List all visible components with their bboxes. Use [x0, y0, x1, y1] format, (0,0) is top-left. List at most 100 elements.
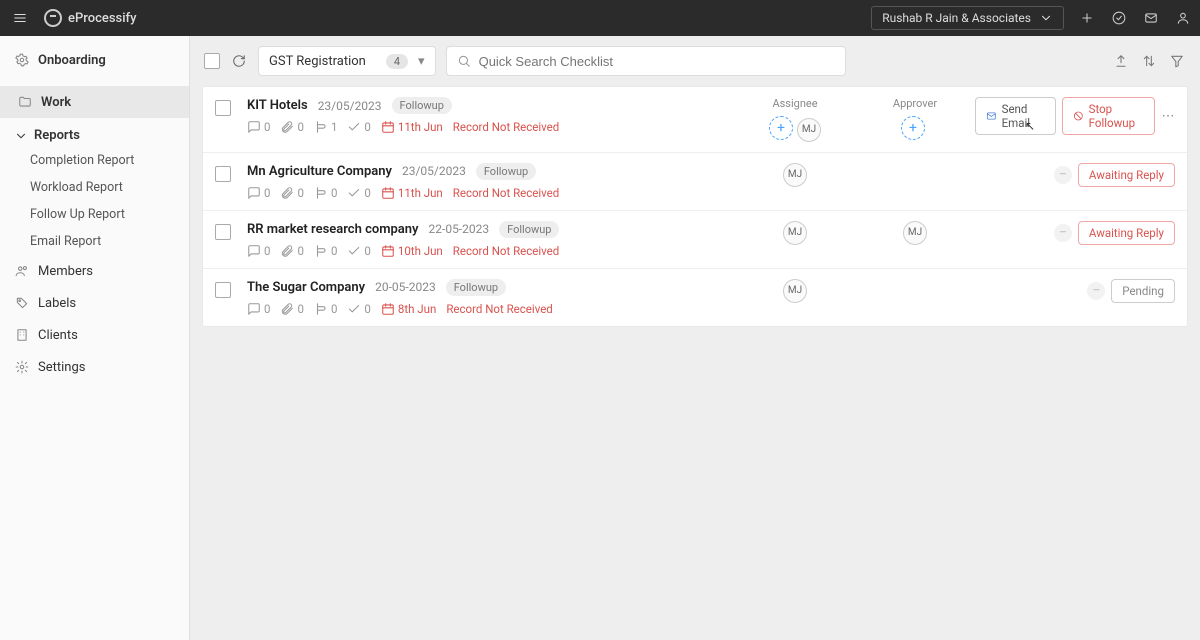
- assignee-avatar[interactable]: MJ: [783, 279, 807, 303]
- sidebar-item-members[interactable]: Members: [0, 255, 189, 287]
- org-selector[interactable]: Rushab R Jain & Associates: [871, 6, 1064, 30]
- select-all-checkbox[interactable]: [204, 53, 220, 69]
- work-row[interactable]: KIT Hotels23/05/2023Followup001011th Jun…: [203, 87, 1187, 153]
- approver-header: Approver: [855, 97, 975, 110]
- row-title: RR market research company: [247, 222, 419, 237]
- add-assignee-button[interactable]: +: [769, 116, 793, 140]
- awaiting-reply-badge[interactable]: Awaiting Reply: [1078, 163, 1175, 187]
- search-input[interactable]: [479, 54, 835, 69]
- sidebar-sub-completion[interactable]: Completion Report: [0, 147, 189, 174]
- stop-followup-button[interactable]: Stop Followup: [1062, 97, 1155, 135]
- row-body: RR market research company22-05-2023Foll…: [247, 221, 735, 258]
- sidebar-sub-workload[interactable]: Workload Report: [0, 174, 189, 201]
- work-row[interactable]: Mn Agriculture Company 23/05/2023 Followup…: [203, 153, 1187, 211]
- approver-avatar[interactable]: MJ: [903, 221, 927, 245]
- main-area: GST Registration 4 ▾ KIT Hotels 23/05/202…: [190, 36, 1200, 640]
- actions-column: Send EmailStop Followup ⋯: [975, 97, 1175, 135]
- sidebar-label: Work: [41, 95, 71, 110]
- export-icon[interactable]: [1112, 52, 1130, 70]
- status-indicator: —: [1054, 224, 1072, 242]
- org-name: Rushab R Jain & Associates: [882, 11, 1031, 25]
- brand-icon: [44, 9, 62, 27]
- sidebar-item-settings[interactable]: Settings: [0, 351, 189, 383]
- row-checkbox[interactable]: [215, 282, 231, 298]
- assignee-avatar[interactable]: MJ: [797, 118, 821, 142]
- filter-icon[interactable]: [1168, 52, 1186, 70]
- subtask2-count: 0: [347, 120, 370, 134]
- sidebar-item-work[interactable]: Work: [0, 86, 189, 118]
- row-checkbox[interactable]: [215, 224, 231, 240]
- brand-text: eProcessify: [68, 11, 136, 26]
- check-circle-icon[interactable]: [1110, 9, 1128, 27]
- comment-count: 0: [247, 186, 270, 200]
- status-indicator: —: [1054, 166, 1072, 184]
- sidebar-label: Members: [38, 264, 93, 279]
- attachment-count: 0: [280, 120, 303, 134]
- topbar: eProcessify Rushab R Jain & Associates: [0, 0, 1200, 36]
- add-icon[interactable]: [1078, 9, 1096, 27]
- assignee-column: MJ: [735, 163, 855, 187]
- checklist-count: 4: [386, 54, 408, 69]
- sidebar-section-reports[interactable]: Reports: [0, 118, 189, 147]
- gear-icon: [14, 359, 30, 375]
- sidebar-label: Clients: [38, 328, 78, 343]
- sidebar-sub-email[interactable]: Email Report: [0, 228, 189, 255]
- work-row[interactable]: The Sugar Company20-05-2023Followup00008…: [203, 269, 1187, 326]
- subtask1-count: 1: [314, 120, 337, 134]
- assignee-avatar[interactable]: MJ: [783, 163, 807, 187]
- awaiting-reply-badge[interactable]: Awaiting Reply: [1078, 221, 1175, 245]
- work-row[interactable]: RR market research company22-05-2023Foll…: [203, 211, 1187, 269]
- due-date: 11th Jun: [381, 120, 443, 134]
- hamburger-menu[interactable]: [8, 6, 32, 30]
- refresh-button[interactable]: [230, 52, 248, 70]
- row-meta: 000011th JunRecord Not Received: [247, 186, 735, 200]
- sidebar-label: Labels: [38, 296, 76, 311]
- gear-icon: [14, 52, 30, 68]
- sidebar-label: Reports: [34, 128, 80, 143]
- sidebar-sub-followup[interactable]: Follow Up Report: [0, 201, 189, 228]
- row-badge: Followup: [476, 163, 536, 180]
- subtask2-count: 0: [347, 302, 370, 316]
- send-email-button[interactable]: Send Email: [975, 97, 1056, 135]
- add-approver-button[interactable]: +: [901, 116, 925, 140]
- actions-column: —Pending: [975, 279, 1175, 303]
- row-meta: 00008th JunRecord Not Received: [247, 302, 735, 316]
- assignee-column: MJ: [735, 279, 855, 303]
- row-title: The Sugar Company: [247, 280, 365, 295]
- comment-count: 0: [247, 244, 270, 258]
- chevron-down-icon: ▾: [418, 54, 425, 69]
- tag-icon: [14, 295, 30, 311]
- sidebar-item-onboarding[interactable]: Onboarding: [0, 44, 189, 76]
- work-list: KIT Hotels23/05/2023Followup001011th Jun…: [202, 86, 1188, 327]
- row-title: Mn Agriculture Company: [247, 164, 392, 179]
- row-date: 23/05/2023: [318, 99, 382, 113]
- approver-column: Approver +: [855, 97, 975, 140]
- toolbar: GST Registration 4 ▾: [190, 36, 1200, 86]
- user-icon[interactable]: [1174, 9, 1192, 27]
- record-status: Record Not Received: [453, 120, 559, 134]
- row-checkbox[interactable]: [215, 166, 231, 182]
- subtask1-count: 0: [314, 186, 337, 200]
- row-body: The Sugar Company20-05-2023Followup00008…: [247, 279, 735, 316]
- checklist-selector[interactable]: GST Registration 4 ▾: [258, 46, 436, 76]
- search-box[interactable]: [446, 46, 846, 76]
- row-meta: 000010th JunRecord Not Received: [247, 244, 735, 258]
- brand: eProcessify: [44, 9, 136, 27]
- comment-count: 0: [247, 302, 270, 316]
- row-title: KIT Hotels: [247, 98, 308, 113]
- sidebar-item-clients[interactable]: Clients: [0, 319, 189, 351]
- more-icon[interactable]: ⋯: [1161, 107, 1175, 125]
- subtask2-count: 0: [347, 186, 370, 200]
- attachment-count: 0: [280, 186, 303, 200]
- chevron-down-icon: [1039, 11, 1053, 25]
- row-checkbox[interactable]: [215, 100, 231, 116]
- sidebar-item-labels[interactable]: Labels: [0, 287, 189, 319]
- row-date: 23/05/2023: [402, 164, 466, 178]
- sort-icon[interactable]: [1140, 52, 1158, 70]
- pending-badge[interactable]: Pending: [1111, 279, 1175, 303]
- subtask1-count: 0: [314, 302, 337, 316]
- sidebar: Onboarding Work Reports Completion Repor…: [0, 36, 190, 640]
- assignee-avatar[interactable]: MJ: [783, 221, 807, 245]
- folder-icon: [17, 94, 33, 110]
- mail-icon[interactable]: [1142, 9, 1160, 27]
